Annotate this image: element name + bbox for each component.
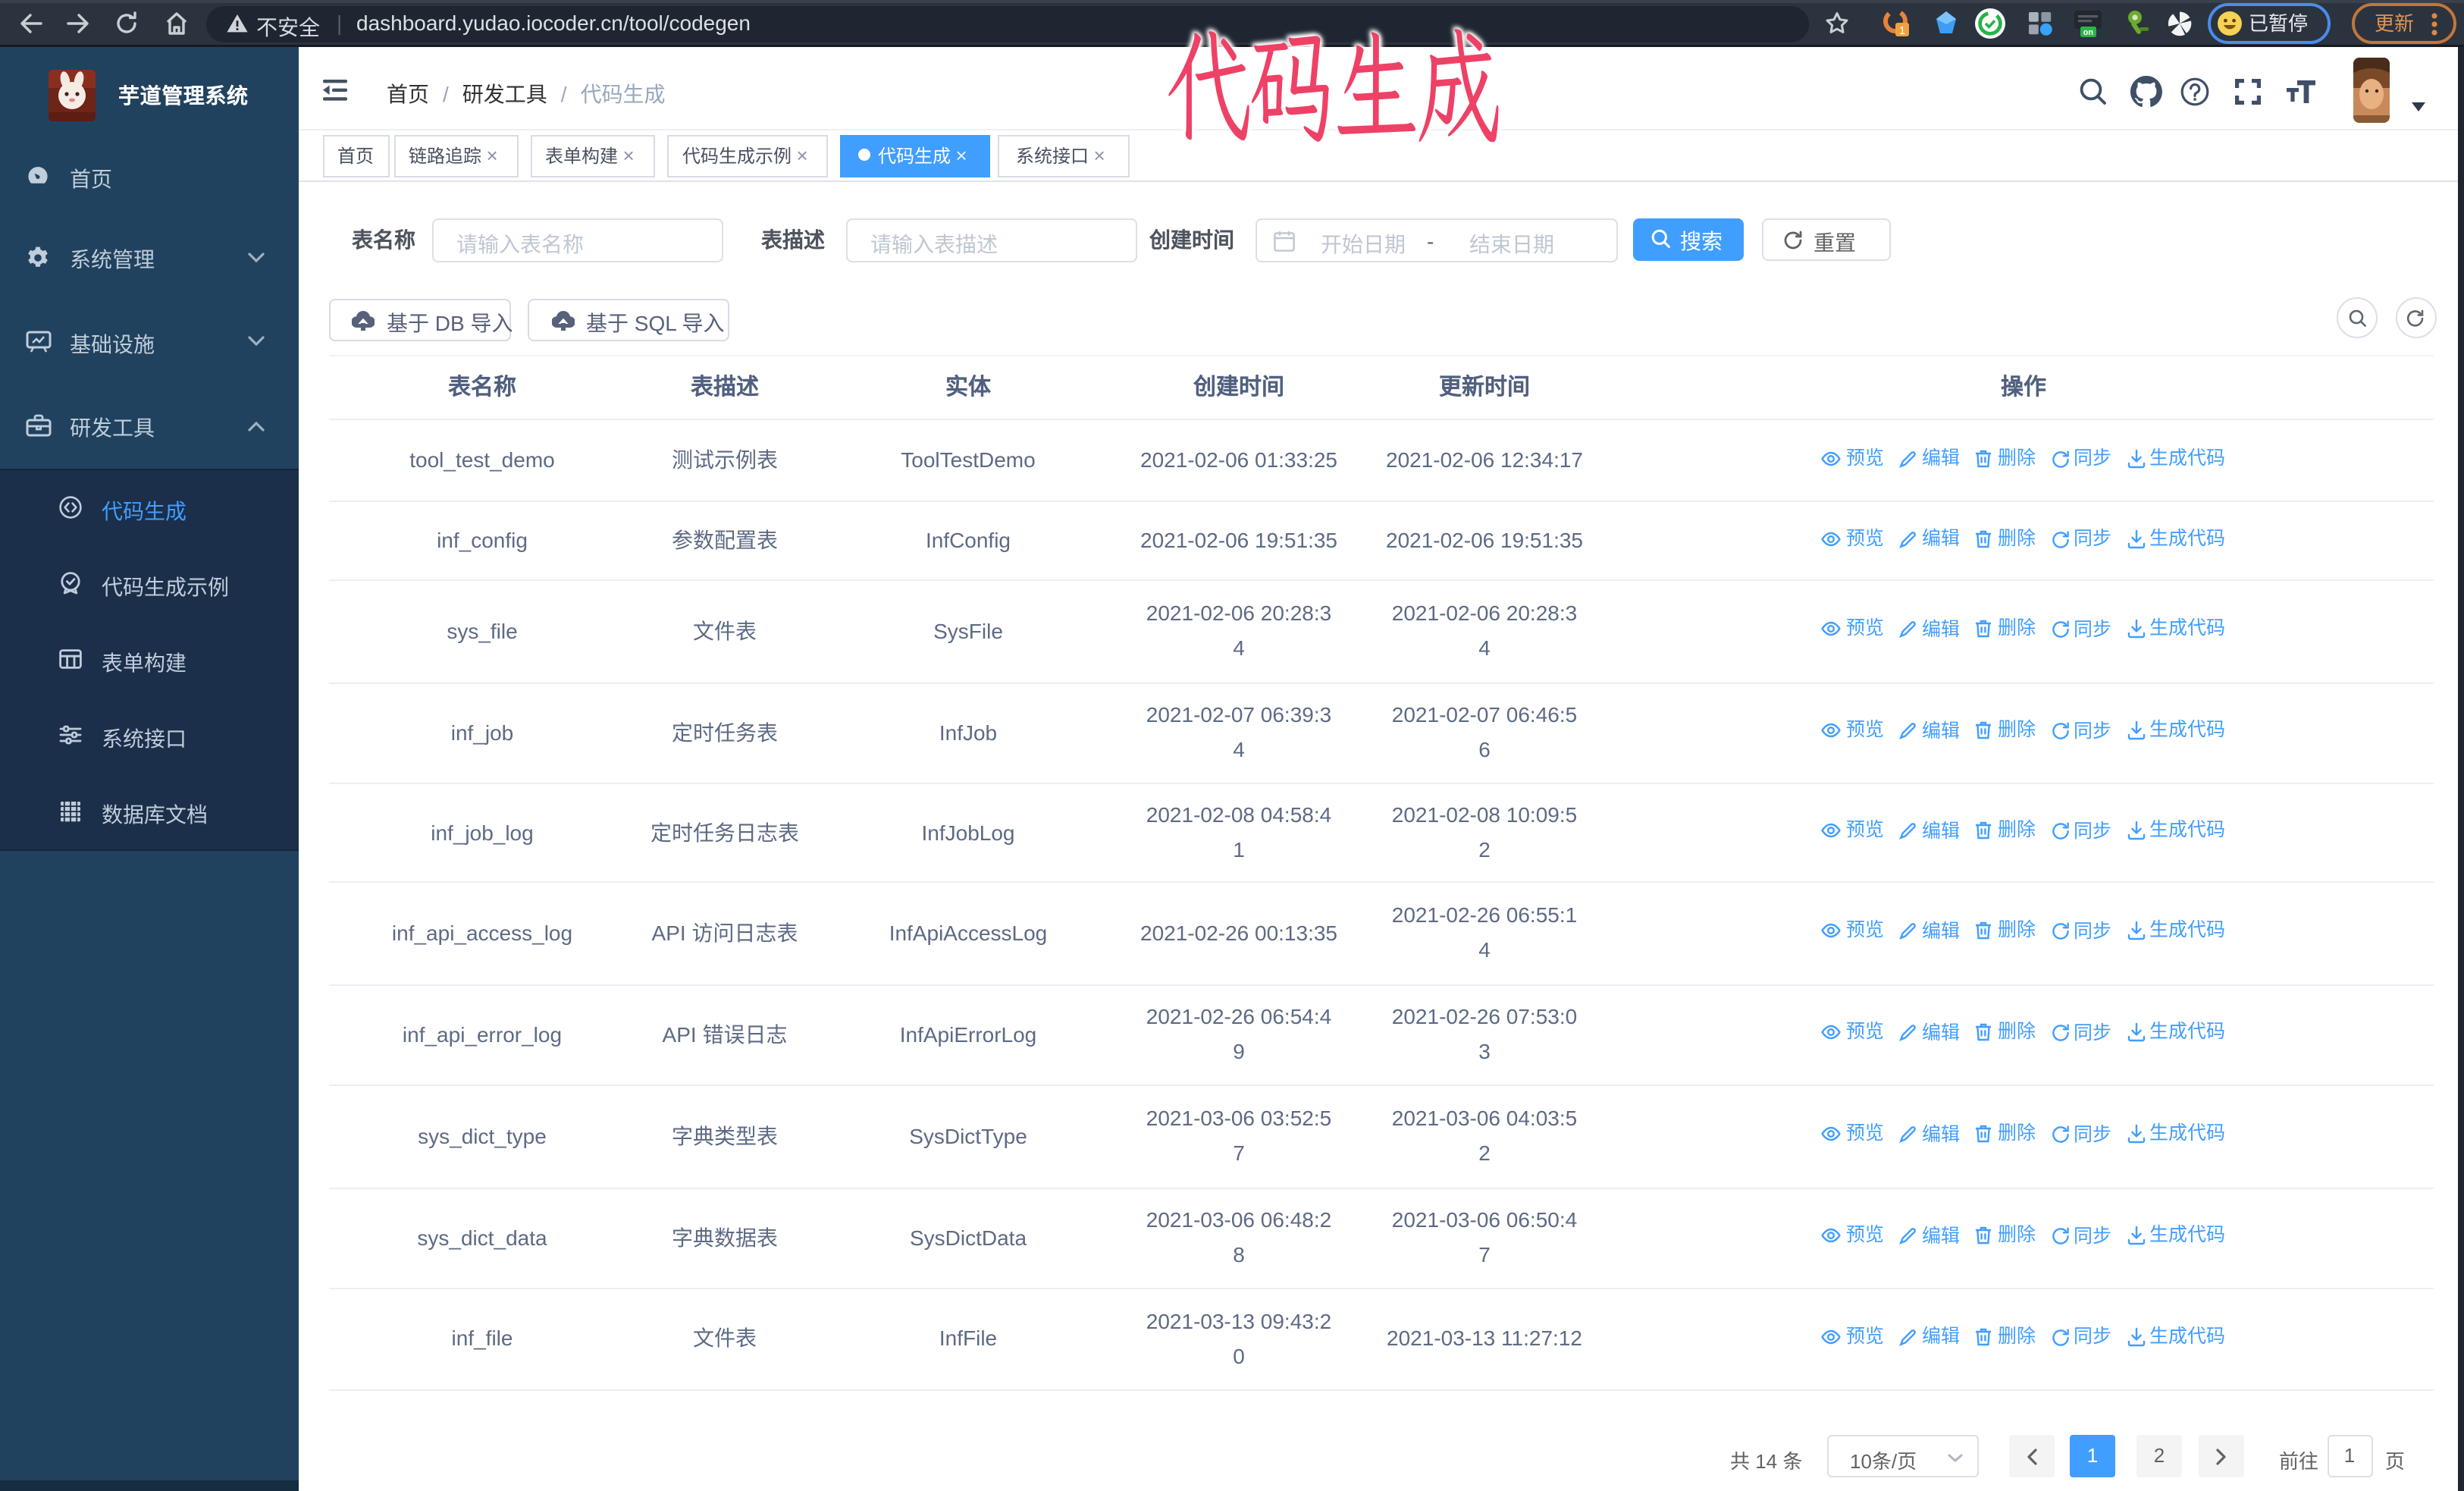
- svg-text:on: on: [2083, 28, 2093, 37]
- svg-text:1: 1: [1899, 24, 1905, 37]
